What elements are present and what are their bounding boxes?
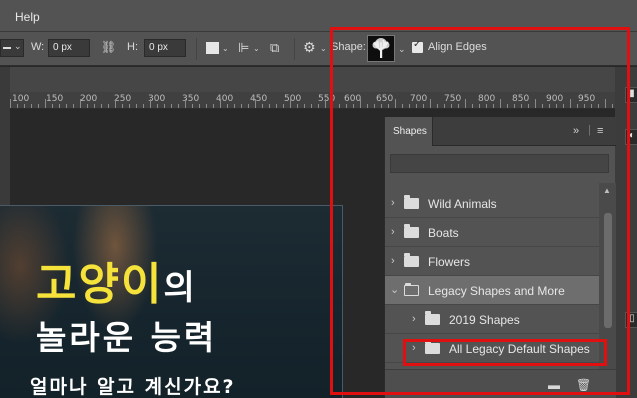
ruler-tick [213, 104, 214, 108]
width-label: W: [31, 41, 45, 53]
ruler-tick [325, 99, 326, 108]
ruler-tick [80, 99, 81, 108]
ruler-tick [31, 104, 32, 108]
ruler-tick [94, 104, 95, 108]
chevron-down-icon: ⌄ [222, 44, 229, 53]
ruler-tick [185, 99, 186, 108]
ruler-tick [311, 104, 312, 108]
ruler-mark: 400 [216, 94, 234, 104]
ruler-mark: 200 [80, 94, 98, 104]
height-field[interactable]: 0 px [144, 39, 186, 57]
ruler-tick [199, 104, 200, 108]
chevron-down-icon: ⌄ [14, 41, 22, 51]
gear-icon[interactable]: ⚙ [303, 39, 316, 56]
height-label: H: [127, 41, 138, 53]
document-artwork[interactable]: 고양이의 놀라운 능력 얼마나 알고 계신가요? [0, 205, 343, 398]
ruler-mark: 150 [46, 94, 64, 104]
ruler-tick [283, 104, 284, 108]
ruler-mark: 100 [12, 94, 30, 104]
ruler-tick [262, 104, 263, 108]
ruler-tick [206, 104, 207, 108]
ruler-tick [248, 104, 249, 108]
artwork-title-line1: 고양이의 [36, 248, 197, 312]
menu-help[interactable]: Help [15, 10, 40, 24]
ruler-tick [66, 104, 67, 108]
ruler-tick [87, 104, 88, 108]
ruler-tick [220, 99, 221, 108]
ruler-tick [227, 104, 228, 108]
width-field[interactable]: 0 px [48, 39, 90, 57]
artwork-title-suffix: 의 [163, 268, 197, 308]
ruler-tick [24, 104, 25, 108]
path-alignment-icon[interactable]: ⊫ [238, 40, 249, 56]
ruler-tick [234, 104, 235, 108]
ruler-tick [115, 99, 116, 108]
annotation-highlight-box [403, 339, 607, 366]
ruler-tick [150, 99, 151, 108]
path-operations-icon[interactable] [206, 42, 219, 54]
ruler-tick [73, 104, 74, 108]
ruler-tick [136, 104, 137, 108]
ruler-tick [143, 104, 144, 108]
ruler-tick [178, 104, 179, 108]
ruler-tick [10, 99, 11, 108]
link-dimensions-icon[interactable]: ⛓ [101, 40, 116, 54]
ruler-tick [59, 104, 60, 108]
ruler-tick [276, 104, 277, 108]
ruler-tick [52, 104, 53, 108]
separator [294, 38, 295, 60]
ruler-tick [129, 104, 130, 108]
chevron-down-icon: ⌄ [320, 44, 327, 53]
ruler-tick [122, 104, 123, 108]
ruler-tick [157, 104, 158, 108]
ruler-tick [290, 99, 291, 108]
ruler-tick [101, 104, 102, 108]
ruler-tick [304, 104, 305, 108]
ruler-tick [38, 104, 39, 108]
ruler-tick [192, 104, 193, 108]
artwork-subtitle: 얼마나 알고 계신가요? [30, 376, 236, 398]
ruler-mark: 250 [114, 94, 132, 104]
ruler-tick [269, 104, 270, 108]
ruler-tick [255, 99, 256, 108]
ruler-mark: 450 [250, 94, 268, 104]
artwork-title-line2: 놀라운 능력 [36, 318, 218, 357]
ruler-tick [171, 104, 172, 108]
ruler-tick [17, 104, 18, 108]
separator [196, 38, 197, 60]
ruler-tick [108, 104, 109, 108]
ruler-tick [45, 99, 46, 108]
artwork-title-accent: 고양이 [36, 259, 164, 310]
ruler-tick [318, 104, 319, 108]
ruler-tick [164, 104, 165, 108]
chevron-down-icon: ⌄ [253, 44, 260, 53]
ruler-mark: 500 [284, 94, 302, 104]
ruler-tick [297, 104, 298, 108]
stroke-width-dropdown[interactable]: ⌄ [0, 39, 24, 57]
path-arrangement-icon[interactable]: ⧉ [270, 40, 279, 56]
ruler-tick [241, 104, 242, 108]
